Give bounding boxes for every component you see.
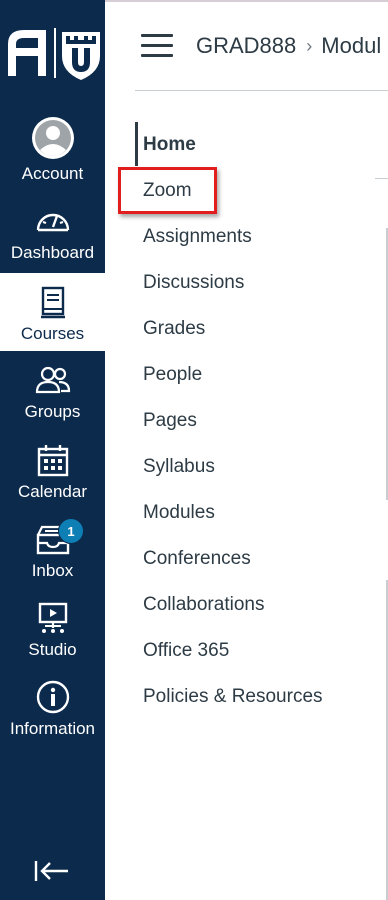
course-nav-policies-resources[interactable]: Policies & Resources xyxy=(143,686,323,708)
breadcrumb: GRAD888 › Modul xyxy=(196,33,381,59)
course-nav-discussions[interactable]: Discussions xyxy=(143,272,244,294)
nav-label: Account xyxy=(21,164,84,183)
info-icon xyxy=(36,680,69,714)
course-menu-toggle-button[interactable] xyxy=(141,34,173,58)
nav-dashboard[interactable]: Dashboard xyxy=(0,192,105,270)
nav-label: Information xyxy=(9,719,96,738)
course-nav-pages[interactable]: Pages xyxy=(143,410,197,432)
calendar-icon xyxy=(37,445,68,477)
collapse-nav-button[interactable] xyxy=(32,856,72,886)
breadcrumb-current-page: Modul xyxy=(321,33,382,58)
course-nav-office-365[interactable]: Office 365 xyxy=(143,640,229,662)
nav-inbox[interactable]: 1 Inbox xyxy=(0,510,105,588)
nav-label: Inbox xyxy=(31,561,74,580)
course-nav-modules[interactable]: Modules xyxy=(143,502,215,524)
nav-label: Groups xyxy=(24,402,81,421)
nav-label: Calendar xyxy=(18,482,87,501)
active-indicator xyxy=(135,122,138,166)
dashboard-gauge-icon xyxy=(36,213,69,232)
avatar-icon xyxy=(31,117,74,159)
nav-account[interactable]: Account xyxy=(0,113,105,191)
course-nav-assignments[interactable]: Assignments xyxy=(143,226,252,248)
zoom-highlight-annotation xyxy=(118,167,217,214)
nav-courses[interactable]: Courses xyxy=(0,273,105,351)
course-nav-people[interactable]: People xyxy=(143,364,202,386)
nav-calendar[interactable]: Calendar xyxy=(0,431,105,509)
nav-groups[interactable]: Groups xyxy=(0,351,105,429)
header-divider xyxy=(135,90,388,91)
nav-label: Studio xyxy=(28,640,77,659)
collapse-nav-icon xyxy=(34,861,68,881)
courses-book-icon xyxy=(40,286,65,319)
groups-people-icon xyxy=(35,366,70,394)
course-nav-syllabus[interactable]: Syllabus xyxy=(143,456,215,478)
university-logo[interactable] xyxy=(0,0,105,98)
inbox-unread-badge: 1 xyxy=(58,518,84,544)
course-nav-grades[interactable]: Grades xyxy=(143,318,205,340)
course-nav-conferences[interactable]: Conferences xyxy=(143,548,251,570)
course-nav-collaborations[interactable]: Collaborations xyxy=(143,594,264,616)
nav-label: Dashboard xyxy=(10,243,95,262)
top-accent-line xyxy=(105,0,388,2)
nav-studio[interactable]: Studio xyxy=(0,589,105,667)
breadcrumb-course-link[interactable]: GRAD888 xyxy=(196,33,296,59)
nav-information[interactable]: Information xyxy=(0,668,105,746)
breadcrumb-separator: › xyxy=(306,35,313,56)
studio-icon xyxy=(38,602,67,633)
course-nav-home[interactable]: Home xyxy=(143,134,196,156)
global-navigation: Account Dashboard Courses Groups Calenda… xyxy=(0,0,105,900)
content-divider xyxy=(375,178,388,179)
nav-label: Courses xyxy=(20,324,85,343)
